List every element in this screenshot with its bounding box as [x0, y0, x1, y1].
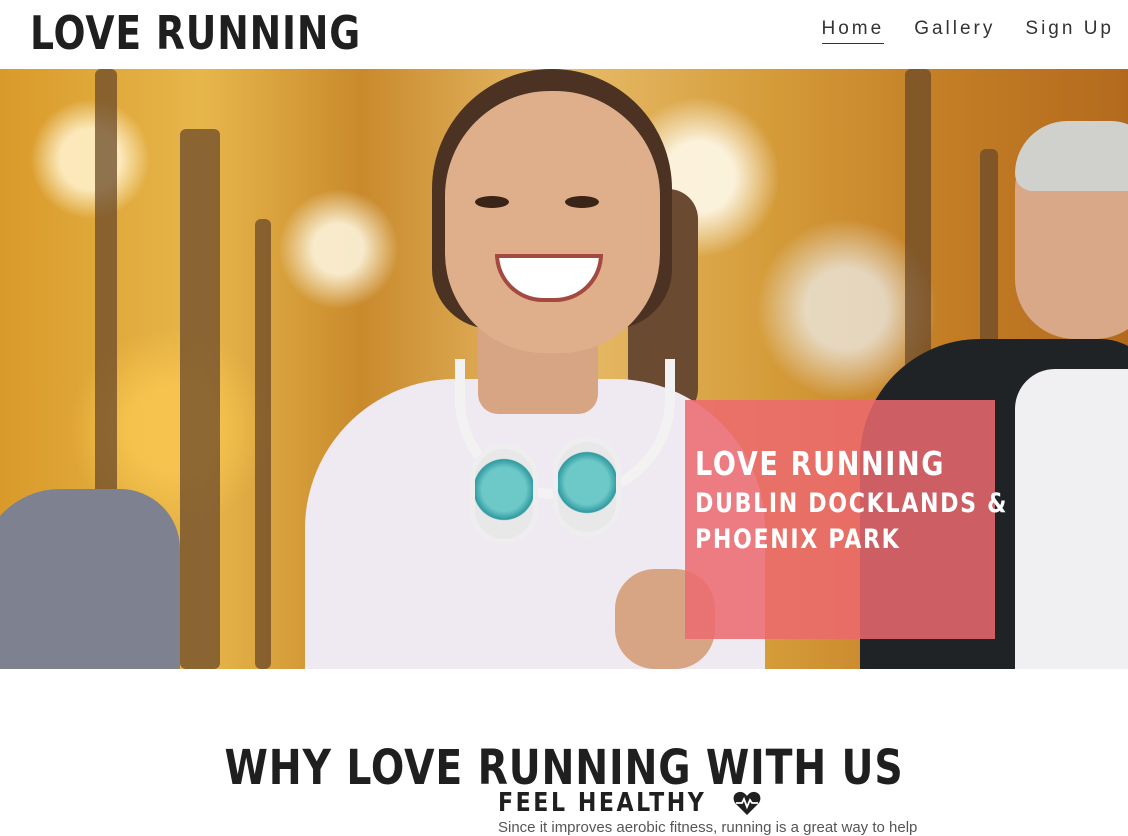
- nav-link-sign-up[interactable]: Sign Up: [1025, 18, 1114, 44]
- hero-overlay-card: LOVE RUNNING DUBLIN DOCKLANDS & PHOENIX …: [685, 400, 1006, 639]
- feature-heading: FEEL HEALTHY: [498, 788, 761, 818]
- heartbeat-icon: [733, 791, 761, 815]
- site-logo[interactable]: LOVE RUNNING: [30, 2, 361, 64]
- nav-link-gallery[interactable]: Gallery: [914, 18, 995, 44]
- main-nav: Home Gallery Sign Up: [821, 18, 1114, 44]
- nav-link-home[interactable]: Home: [821, 18, 885, 44]
- site-header: LOVE RUNNING Home Gallery Sign Up: [0, 0, 1128, 69]
- hero-card-location-line1: DUBLIN DOCKLANDS &: [695, 488, 1009, 519]
- hero-banner: LOVE RUNNING DUBLIN DOCKLANDS & PHOENIX …: [0, 69, 1128, 669]
- hero-card-title: LOVE RUNNING: [695, 444, 946, 483]
- feature-description: Since it improves aerobic fitness, runni…: [498, 819, 918, 836]
- hero-card-location-line2: PHOENIX PARK: [695, 524, 901, 555]
- feature-title: FEEL HEALTHY: [498, 788, 707, 818]
